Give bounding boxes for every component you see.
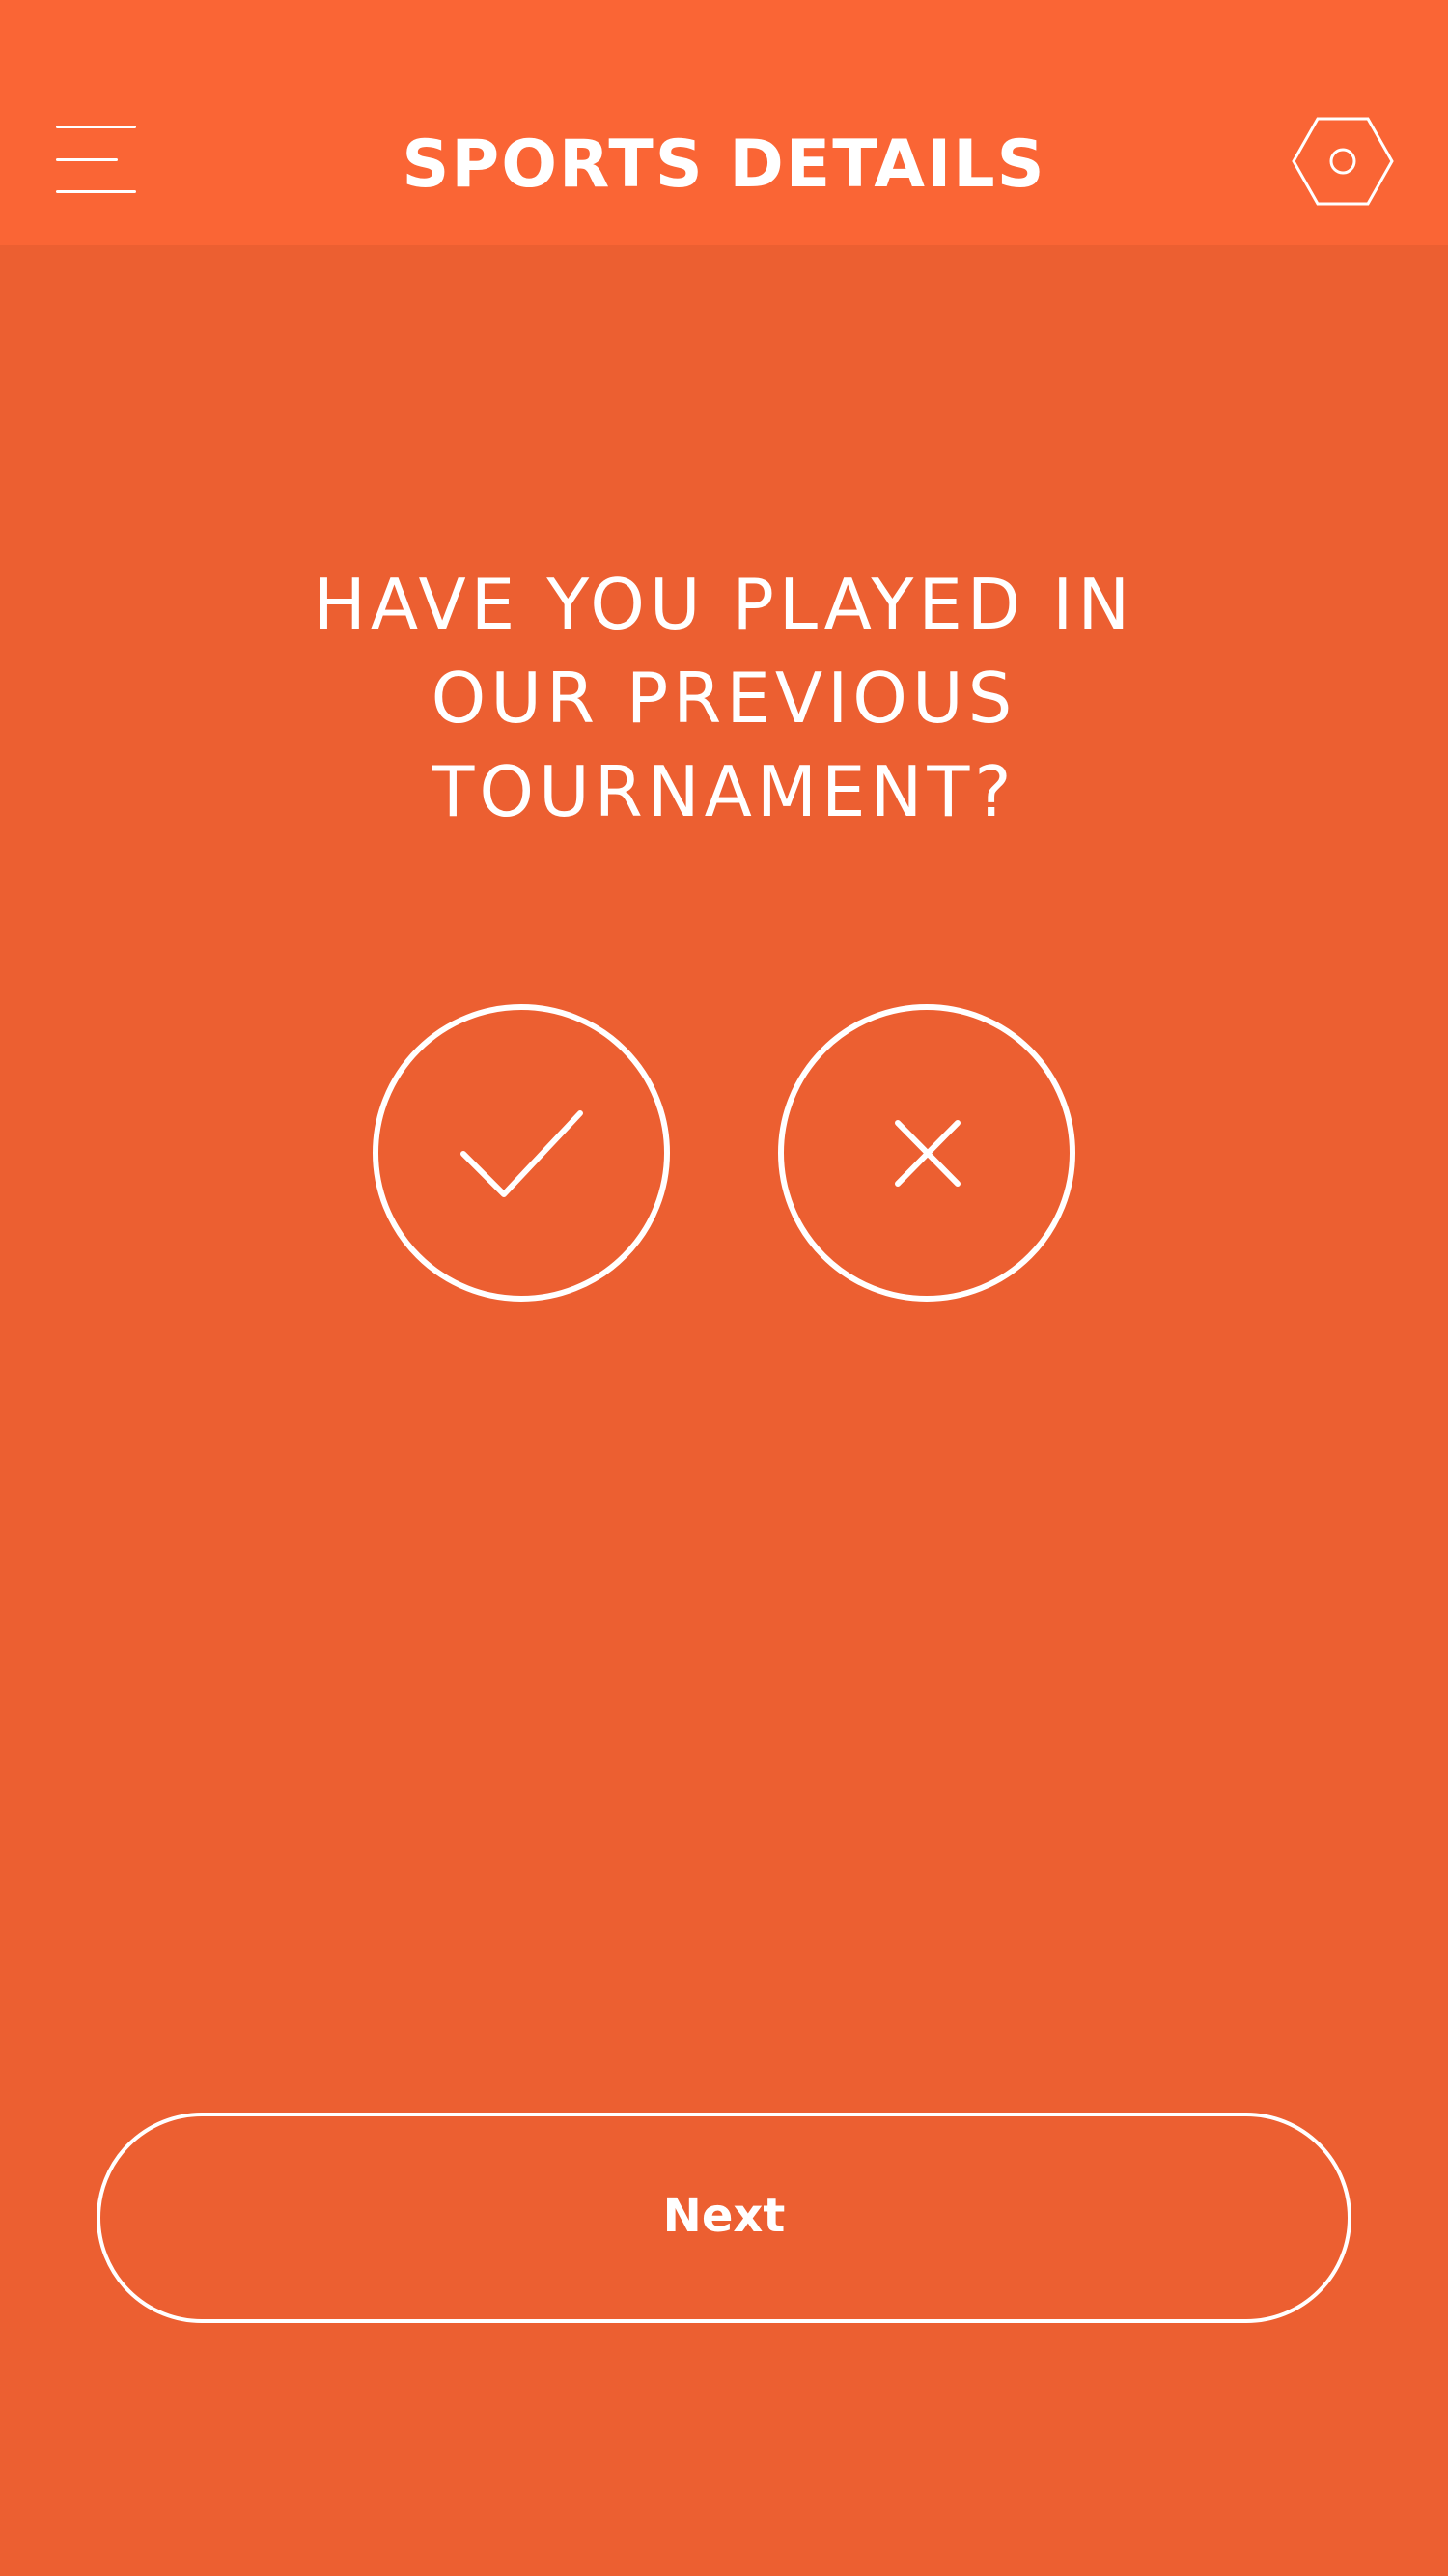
question-text: HAVE YOU PLAYED IN OUR PREVIOUS TOURNAME… bbox=[193, 558, 1255, 839]
hamburger-menu-icon-line bbox=[56, 158, 118, 161]
menu-button[interactable] bbox=[48, 116, 145, 203]
app-header: SPORTS DETAILS bbox=[0, 0, 1448, 245]
hexagon-settings-icon bbox=[1292, 117, 1394, 206]
settings-button[interactable] bbox=[1290, 114, 1396, 209]
checkmark-icon bbox=[373, 1004, 670, 1302]
hamburger-menu-icon bbox=[56, 126, 136, 128]
question-line-3: TOURNAMENT? bbox=[432, 751, 1016, 832]
hamburger-menu-icon-line bbox=[56, 190, 136, 193]
page-title: SPORTS DETAILS bbox=[402, 126, 1046, 203]
question-line-1: HAVE YOU PLAYED IN bbox=[313, 564, 1135, 645]
cross-icon bbox=[778, 1004, 1075, 1302]
question-line-2: OUR PREVIOUS bbox=[431, 658, 1017, 739]
yes-button[interactable] bbox=[372, 1003, 671, 1302]
no-button[interactable] bbox=[777, 1003, 1076, 1302]
next-button[interactable]: Next bbox=[97, 2113, 1351, 2323]
